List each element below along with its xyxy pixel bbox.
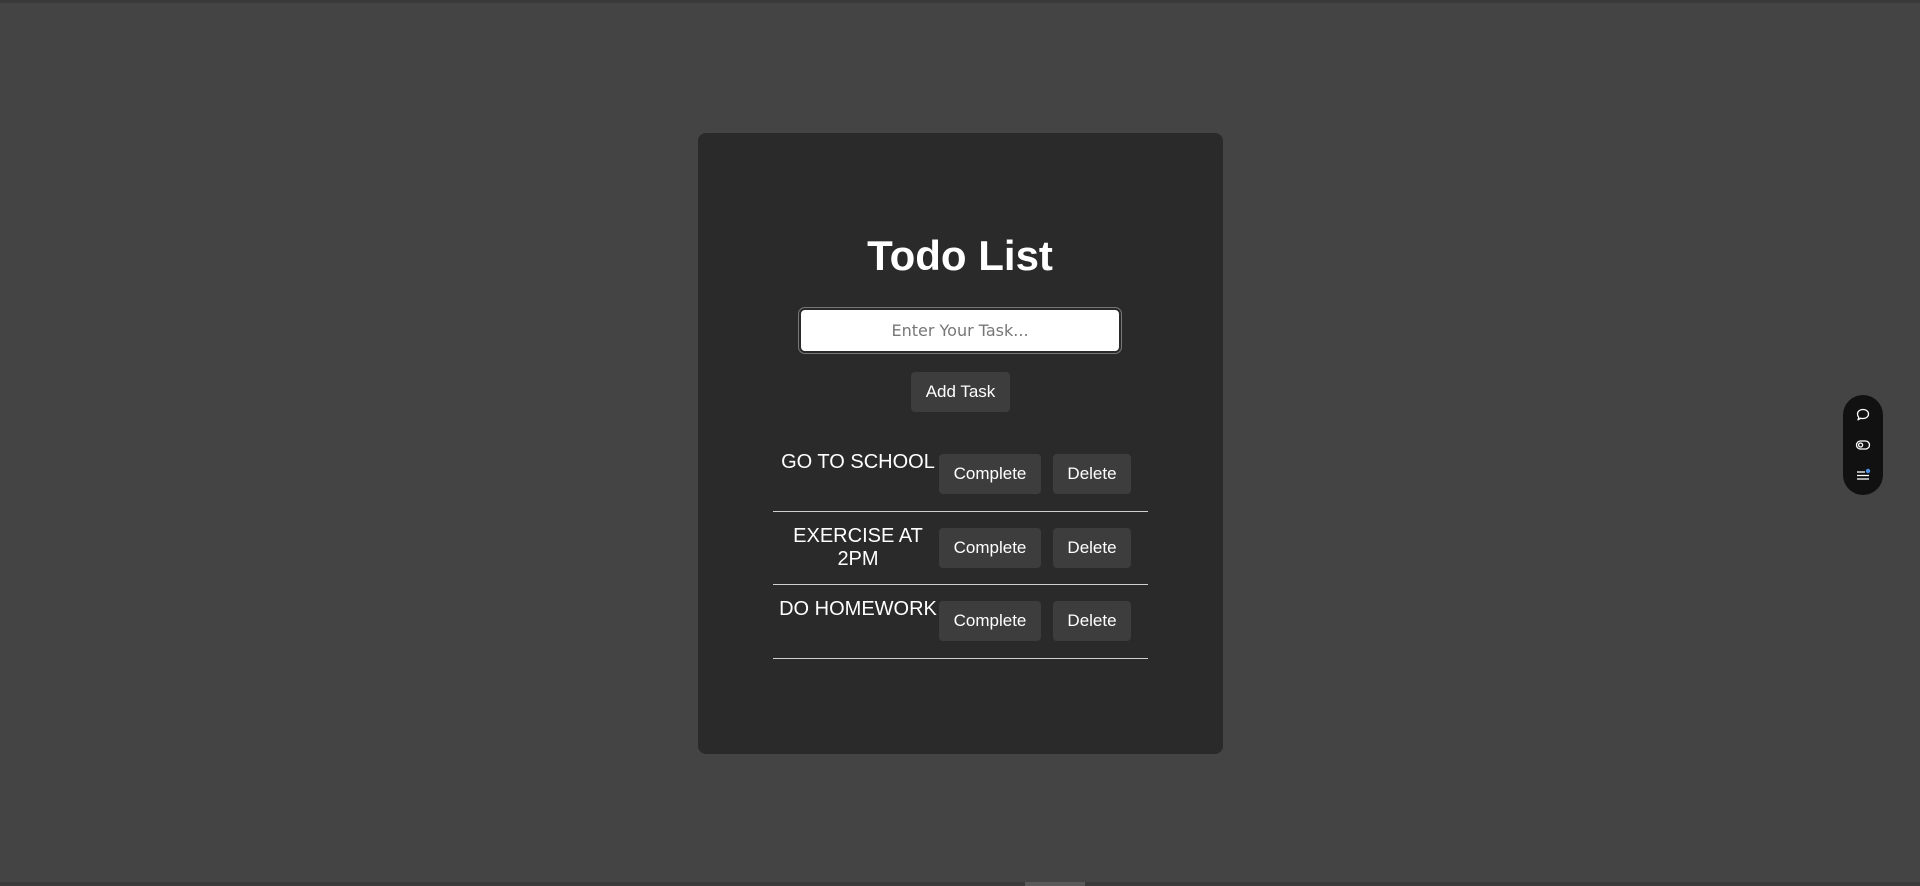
window-top-border [0, 0, 1920, 3]
resize-handle[interactable] [1025, 882, 1085, 886]
add-task-button[interactable]: Add Task [911, 372, 1010, 412]
delete-button[interactable]: Delete [1053, 601, 1131, 641]
delete-button[interactable]: Delete [1053, 528, 1131, 568]
complete-button[interactable]: Complete [939, 528, 1041, 568]
chat-bubble-icon[interactable] [1851, 403, 1875, 427]
toggle-icon[interactable] [1851, 433, 1875, 457]
task-name: EXERCISE AT 2PM [793, 525, 923, 570]
todo-card [698, 133, 1223, 754]
task-divider [773, 658, 1148, 659]
floating-toolbar [1843, 395, 1883, 495]
task-name: DO HOMEWORK [779, 598, 937, 620]
page-title: Todo List [867, 232, 1053, 279]
complete-button[interactable]: Complete [939, 601, 1041, 641]
delete-button[interactable]: Delete [1053, 454, 1131, 494]
task-name: GO TO SCHOOL [781, 451, 935, 473]
task-input[interactable] [798, 307, 1122, 354]
task-divider [773, 584, 1148, 585]
window-bottom-border [0, 882, 1920, 886]
task-divider [773, 511, 1148, 512]
list-menu-icon[interactable] [1851, 463, 1875, 487]
complete-button[interactable]: Complete [939, 454, 1041, 494]
